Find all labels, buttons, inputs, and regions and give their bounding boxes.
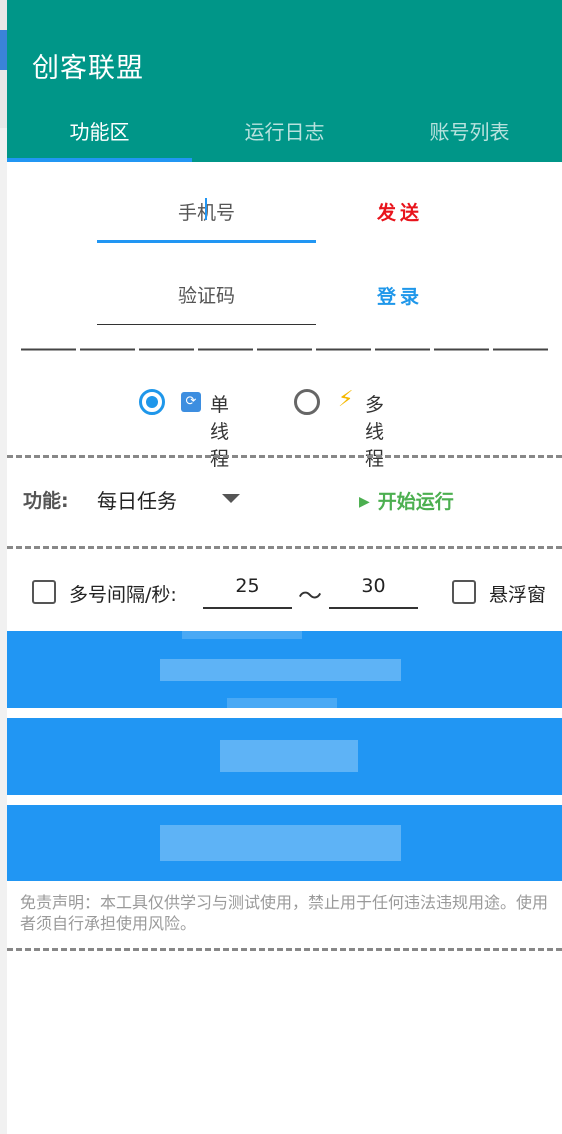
refresh-icon: ⟳ — [181, 392, 201, 412]
single-thread-radio[interactable] — [139, 389, 165, 415]
tab-run-log[interactable]: 运行日志 — [192, 106, 377, 162]
multi-thread-radio[interactable] — [294, 389, 320, 415]
floating-window-checkbox[interactable] — [452, 580, 476, 604]
action-button-2[interactable] — [7, 718, 562, 795]
dashed-divider — [7, 455, 562, 458]
code-underline — [97, 324, 316, 325]
function-label: 功能: — [23, 490, 69, 512]
lightning-icon: ⚡ — [338, 387, 354, 412]
interval-min-underline — [203, 607, 292, 609]
verification-code-input[interactable]: 验证码 — [97, 281, 316, 308]
section-divider — [21, 348, 549, 351]
dropdown-arrow-icon[interactable] — [222, 494, 240, 503]
start-run-button[interactable]: ▶ 开始运行 — [359, 487, 454, 514]
play-icon: ▶ — [359, 494, 370, 510]
app-title: 创客联盟 — [32, 53, 144, 84]
interval-min-input[interactable]: 25 — [203, 575, 292, 597]
interval-label: 多号间隔/秒: — [69, 584, 177, 606]
app-bar: 创客联盟 功能区 运行日志 账号列表 — [7, 0, 562, 162]
disclaimer-text: 免责声明：本工具仅供学习与测试使用，禁止用于任何违法违规用途。使用者须自行承担使… — [20, 893, 549, 933]
start-run-label: 开始运行 — [377, 491, 454, 513]
interval-max-underline — [329, 607, 418, 609]
code-placeholder: 验证码 — [177, 285, 235, 307]
dashed-divider — [7, 546, 562, 549]
range-separator: ～ — [298, 582, 322, 610]
login-button[interactable]: 登录 — [377, 282, 423, 309]
floating-window-label: 悬浮窗 — [489, 584, 547, 606]
pixelated-label — [182, 631, 302, 639]
tab-bar: 功能区 运行日志 账号列表 — [7, 106, 562, 162]
tab-indicator — [7, 158, 192, 162]
pixelated-label — [160, 659, 401, 681]
main-window: 创客联盟 功能区 运行日志 账号列表 手机号 发送 验证码 登录 ⟳ 单线程 ⚡… — [7, 0, 562, 1134]
action-button-1[interactable] — [7, 631, 562, 708]
send-code-button[interactable]: 发送 — [377, 198, 423, 225]
multi-thread-label: 多线程 — [365, 394, 385, 470]
phone-underline — [97, 240, 316, 243]
dashed-divider — [7, 948, 562, 951]
pixelated-label — [227, 698, 337, 708]
pixelated-label — [220, 740, 358, 772]
tab-account-list[interactable]: 账号列表 — [377, 106, 562, 162]
interval-max-input[interactable]: 30 — [329, 575, 418, 597]
function-select[interactable]: 每日任务 — [97, 485, 177, 514]
pixelated-label — [160, 825, 401, 861]
action-button-3[interactable] — [7, 805, 562, 881]
single-thread-label: 单线程 — [210, 394, 230, 470]
multi-account-interval-checkbox[interactable] — [32, 580, 56, 604]
tab-function-area[interactable]: 功能区 — [7, 106, 192, 162]
